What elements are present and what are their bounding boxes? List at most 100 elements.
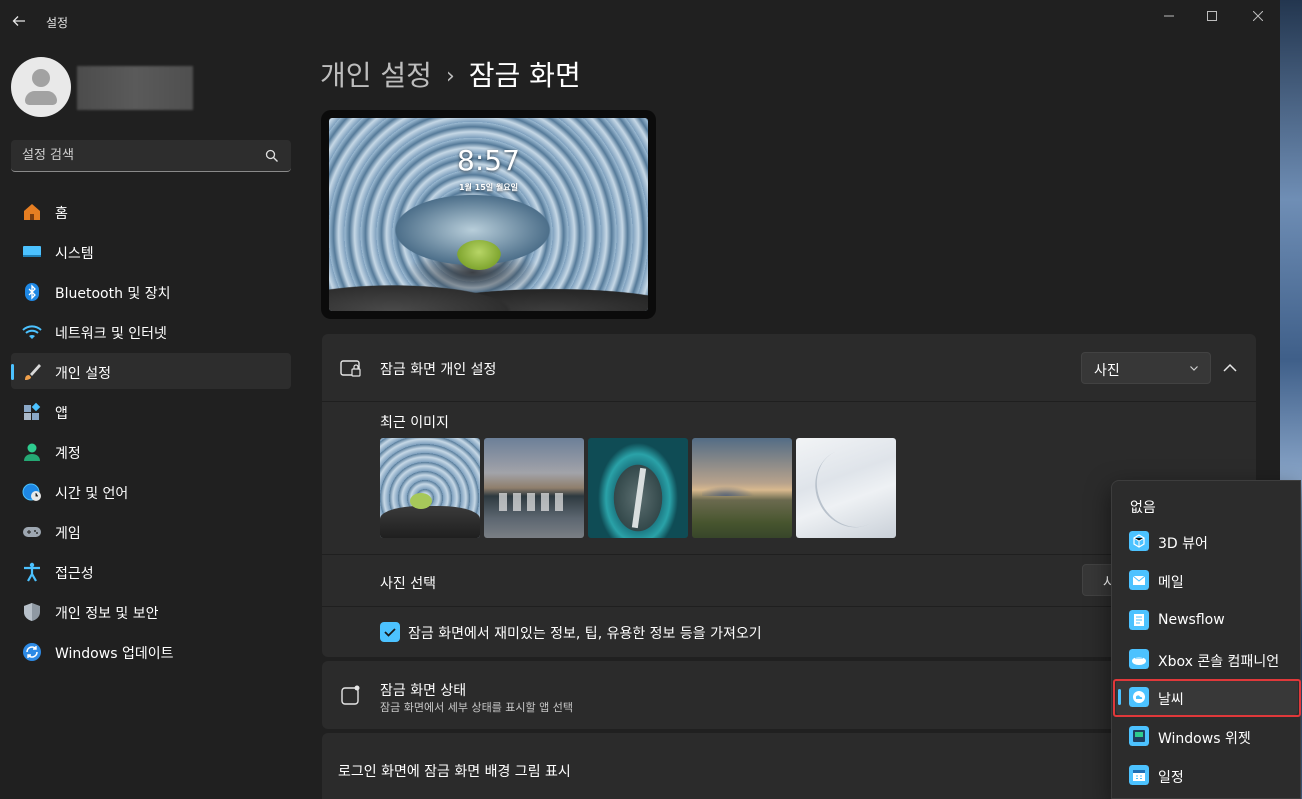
lock-screen-preview: 8:57 1월 15일 월요일 (321, 110, 656, 319)
news-icon (1129, 610, 1149, 630)
gamepad-icon (23, 527, 41, 537)
menu-item-label: 없음 (1130, 500, 1156, 516)
fun-facts-checkbox-label[interactable]: 잠금 화면에서 재미있는 정보, 팁, 유용한 정보 등을 가져오기 (408, 623, 762, 643)
breadcrumb: 개인 설정 › 잠금 화면 (320, 54, 581, 94)
sidebar-item-personalization[interactable]: 개인 설정 (11, 353, 291, 389)
menu-item-none[interactable]: 없음 (1116, 487, 1298, 523)
sidebar-item-network[interactable]: 네트워크 및 인터넷 (11, 313, 291, 349)
dropdown-value: 사진 (1094, 363, 1120, 379)
accessibility-icon (24, 562, 40, 582)
lock-screen-icon (340, 360, 361, 377)
minimize-button[interactable] (1146, 6, 1192, 26)
shield-icon (24, 603, 40, 621)
back-button[interactable] (8, 10, 30, 32)
breadcrumb-parent[interactable]: 개인 설정 (320, 59, 432, 92)
arrow-left-icon (12, 16, 25, 26)
recent-image-thumbnail[interactable] (692, 438, 792, 538)
preview-time: 8:57 (457, 144, 520, 177)
sidebar-item-accessibility[interactable]: 접근성 (11, 553, 291, 589)
photo-select-label: 사진 선택 (380, 576, 436, 592)
update-icon (23, 643, 41, 661)
lock-screen-status-subtitle: 잠금 화면에서 세부 상태를 표시할 앱 선택 (380, 701, 574, 714)
sidebar-item-time-language[interactable]: 시간 및 언어 (11, 473, 291, 509)
account-icon (24, 443, 40, 461)
close-button[interactable] (1235, 6, 1280, 26)
menu-item-label: Xbox 콘솔 컴패니언 (1158, 654, 1280, 670)
status-icon (341, 685, 360, 705)
search-icon[interactable] (265, 149, 279, 163)
menu-item-label: 일정 (1158, 770, 1184, 786)
sidebar-item-label: 홈 (55, 206, 68, 222)
lock-screen-type-dropdown[interactable]: 사진 (1081, 352, 1211, 384)
sidebar-item-home[interactable]: 홈 (11, 193, 291, 229)
sidebar-item-privacy[interactable]: 개인 정보 및 보안 (11, 593, 291, 629)
menu-item-label: 3D 뷰어 (1158, 536, 1208, 552)
menu-item-calendar[interactable]: 일정 (1116, 757, 1298, 793)
recent-image-thumbnail[interactable] (484, 438, 584, 538)
menu-item-label: Windows 위젯 (1158, 731, 1251, 747)
preview-moss (457, 240, 501, 270)
sidebar-item-bluetooth[interactable]: Bluetooth 및 장치 (11, 273, 291, 309)
sidebar-item-label: 개인 정보 및 보안 (55, 606, 159, 622)
home-icon (24, 204, 40, 220)
preview-date: 1월 15일 월요일 (458, 183, 519, 192)
sidebar-item-label: 게임 (55, 526, 81, 542)
sidebar-item-label: 개인 설정 (55, 366, 111, 382)
avatar-body (25, 91, 57, 105)
settings-window: 설정 홈 시스템 Bluetooth 및 장치 (0, 0, 1280, 799)
lock-screen-personalize-title: 잠금 화면 개인 설정 (380, 362, 497, 378)
menu-item-xbox-companion[interactable]: Xbox 콘솔 컴패니언 (1116, 641, 1298, 677)
recent-image-thumbnail[interactable] (796, 438, 896, 538)
lock-screen-personalize-header[interactable]: 잠금 화면 개인 설정 사진 (322, 334, 1256, 402)
sidebar-item-label: 접근성 (55, 566, 94, 582)
recent-images-label: 최근 이미지 (380, 415, 449, 431)
menu-item-label: 날씨 (1158, 692, 1184, 708)
calendar-icon (1129, 765, 1149, 785)
menu-item-label: Newsflow (1158, 612, 1225, 628)
brush-icon (25, 364, 41, 380)
recent-image-thumbnail[interactable] (380, 438, 480, 538)
lock-screen-status-title: 잠금 화면 상태 (380, 683, 467, 699)
sidebar-item-label: Bluetooth 및 장치 (55, 286, 171, 302)
page-title: 잠금 화면 (468, 59, 581, 92)
sidebar-item-label: 계정 (55, 446, 81, 462)
avatar[interactable] (11, 57, 71, 117)
bluetooth-icon (25, 283, 39, 301)
search-input[interactable] (11, 140, 261, 171)
sidebar-item-label: Windows 업데이트 (55, 646, 174, 662)
cube-icon (1129, 531, 1149, 551)
title-bar: 설정 (0, 0, 1280, 44)
recent-image-thumbnail[interactable] (588, 438, 688, 538)
apps-icon (24, 402, 41, 420)
settings-search-box[interactable] (11, 140, 291, 172)
menu-item-weather[interactable]: 날씨 (1116, 679, 1298, 715)
menu-item-windows-widgets[interactable]: Windows 위젯 (1116, 718, 1298, 754)
sidebar-item-apps[interactable]: 앱 (11, 393, 291, 429)
sidebar-nav: 홈 시스템 Bluetooth 및 장치 네트워크 및 인터넷 개인 설정 앱 … (11, 193, 291, 673)
menu-item-3d-viewer[interactable]: 3D 뷰어 (1116, 523, 1298, 559)
recent-images-list (380, 438, 896, 538)
signin-background-title: 로그인 화면에 잠금 화면 배경 그림 표시 (338, 764, 571, 780)
sidebar-item-label: 시스템 (55, 246, 94, 262)
sidebar-item-system[interactable]: 시스템 (11, 233, 291, 269)
sidebar-item-windows-update[interactable]: Windows 업데이트 (11, 633, 291, 669)
user-name-redacted (77, 66, 193, 110)
maximize-button[interactable] (1189, 6, 1235, 26)
chevron-right-icon: › (445, 64, 455, 89)
fun-facts-checkbox[interactable] (380, 622, 400, 642)
widgets-icon (1129, 726, 1149, 746)
weather-icon (1129, 687, 1149, 707)
globe-clock-icon (22, 483, 41, 501)
menu-item-mail[interactable]: 메일 (1116, 562, 1298, 598)
sidebar-item-label: 네트워크 및 인터넷 (55, 326, 167, 342)
menu-item-label: 메일 (1158, 575, 1184, 591)
lock-screen-preview-image: 8:57 1월 15일 월요일 (329, 118, 648, 311)
chevron-up-icon[interactable] (1218, 356, 1242, 380)
sidebar-item-gaming[interactable]: 게임 (11, 513, 291, 549)
sidebar-item-label: 앱 (55, 406, 68, 422)
checkmark-icon (384, 628, 396, 637)
menu-item-newsflow[interactable]: Newsflow (1116, 602, 1298, 638)
status-app-menu: 없음 3D 뷰어 메일 Newsflow Xbox 콘솔 컴패니언 날씨 Win… (1111, 480, 1301, 799)
sidebar-item-accounts[interactable]: 계정 (11, 433, 291, 469)
wifi-icon (22, 325, 42, 339)
